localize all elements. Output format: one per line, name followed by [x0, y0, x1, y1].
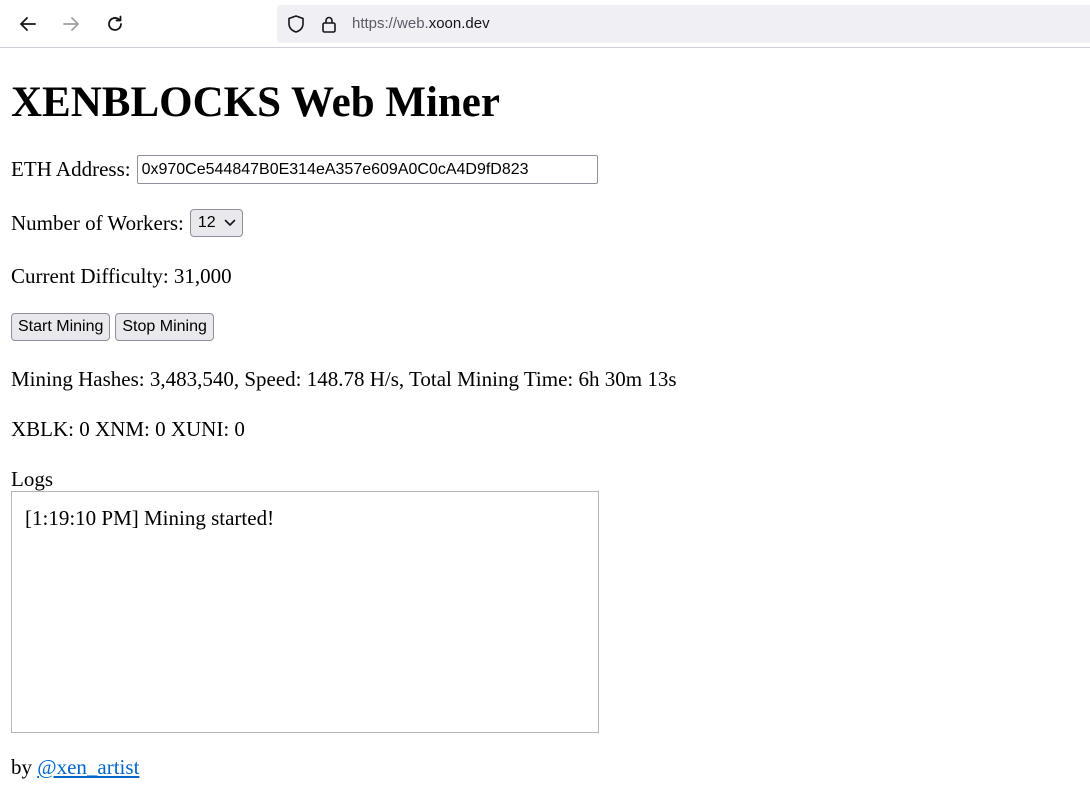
back-button[interactable] [12, 8, 44, 40]
start-mining-button[interactable]: Start Mining [11, 313, 111, 341]
eth-address-input[interactable] [136, 155, 598, 184]
logs-box[interactable]: [1:19:10 PM] Mining started! [11, 491, 599, 733]
logs-label: Logs [11, 467, 53, 491]
mining-stats: Mining Hashes: 3,483,540, Speed: 148.78 … [11, 367, 677, 391]
shield-icon[interactable] [286, 14, 306, 34]
lock-icon[interactable] [319, 14, 339, 34]
browser-toolbar: https://web.xoon.dev [0, 0, 1090, 48]
forward-button[interactable] [55, 8, 87, 40]
chevron-down-icon [224, 219, 236, 227]
reload-icon [108, 15, 122, 31]
workers-select[interactable]: 12 [189, 209, 243, 237]
token-balances: XBLK: 0 XNM: 0 XUNI: 0 [11, 417, 245, 441]
arrow-right-icon [63, 17, 79, 31]
author-link[interactable]: @xen_artist [37, 755, 139, 779]
eth-address-label: ETH Address: [11, 157, 131, 181]
workers-label: Number of Workers: [11, 210, 184, 235]
url-host: xoon.dev [428, 15, 490, 32]
url-prefix: https://web. [352, 15, 429, 32]
url-text[interactable]: https://web.xoon.dev [352, 5, 490, 43]
address-bar[interactable]: https://web.xoon.dev [277, 5, 1090, 43]
reload-button[interactable] [99, 8, 131, 40]
footer: by @xen_artist [11, 755, 139, 780]
footer-by: by [11, 755, 32, 779]
eth-address-row: ETH Address: [11, 155, 598, 184]
difficulty-text: Current Difficulty: 31,000 [11, 264, 232, 288]
arrow-left-icon [20, 17, 36, 31]
stop-mining-button[interactable]: Stop Mining [115, 313, 214, 341]
mining-controls: Start Mining Stop Mining [11, 313, 214, 341]
page-title: XENBLOCKS Web Miner [11, 79, 500, 126]
workers-select-value: 12 [197, 214, 216, 231]
log-line: [1:19:10 PM] Mining started! [25, 506, 275, 530]
workers-row: Number of Workers: 12 [11, 209, 243, 237]
